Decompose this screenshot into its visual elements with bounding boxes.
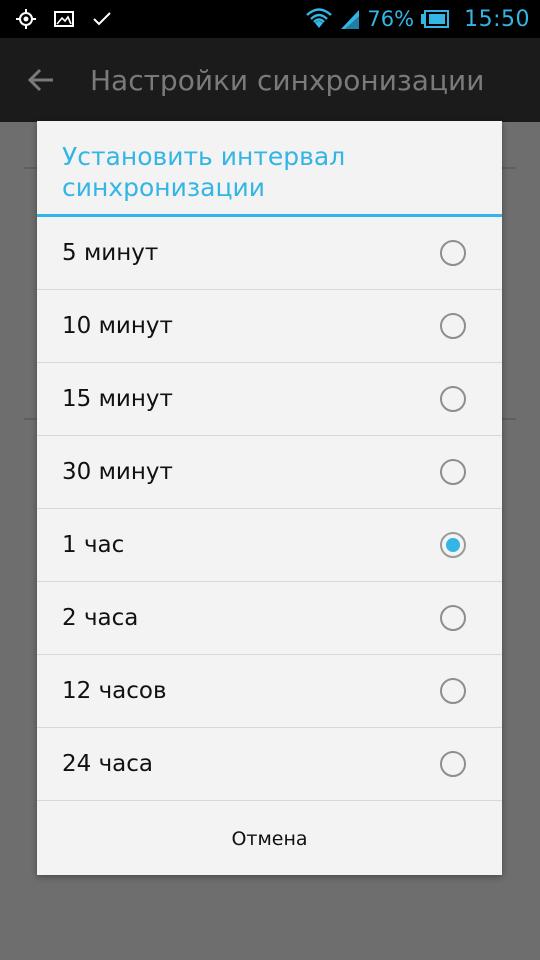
radio-checked[interactable] <box>440 532 466 558</box>
dialog-title: Установить интервал синхронизации <box>37 121 502 217</box>
option-label: 1 час <box>62 532 125 558</box>
signal-icon <box>339 8 361 30</box>
option-label: 12 часов <box>62 678 167 704</box>
dialog-footer: Отмена <box>37 803 502 875</box>
option-row[interactable]: 24 часа <box>37 728 502 801</box>
cancel-button[interactable]: Отмена <box>201 818 337 860</box>
option-row[interactable]: 12 часов <box>37 655 502 728</box>
radio-unchecked[interactable] <box>440 240 466 266</box>
option-label: 5 минут <box>62 240 159 266</box>
option-label: 30 минут <box>62 459 173 485</box>
page-title: Настройки синхронизации <box>90 63 485 97</box>
radio-unchecked[interactable] <box>440 459 466 485</box>
radio-unchecked[interactable] <box>440 605 466 631</box>
option-row[interactable]: 1 час <box>37 509 502 582</box>
option-label: 24 часа <box>62 751 154 777</box>
option-row[interactable]: 30 минут <box>37 436 502 509</box>
radio-unchecked[interactable] <box>440 678 466 704</box>
clock: 15:50 <box>464 6 530 32</box>
battery-icon <box>420 10 450 28</box>
option-row[interactable]: 2 часа <box>37 582 502 655</box>
wifi-icon <box>305 8 333 30</box>
location-icon <box>14 7 38 31</box>
image-icon <box>52 7 76 31</box>
action-bar: Настройки синхронизации <box>0 38 540 122</box>
option-row[interactable]: 15 минут <box>37 363 502 436</box>
radio-unchecked[interactable] <box>440 751 466 777</box>
radio-unchecked[interactable] <box>440 386 466 412</box>
status-bar: 76% 15:50 <box>0 0 540 38</box>
arrow-left-icon[interactable] <box>26 62 62 98</box>
options-list: 5 минут 10 минут 15 минут 30 минут 1 час 2 ча… <box>37 217 502 801</box>
option-label: 15 минут <box>62 386 173 412</box>
screen: 76% 15:50 Настройки синхронизации Устано… <box>0 0 540 960</box>
option-label: 10 минут <box>62 313 173 339</box>
check-icon <box>90 7 114 31</box>
sync-interval-dialog: Установить интервал синхронизации 5 мину… <box>37 121 502 875</box>
battery-percent: 76% <box>367 7 415 31</box>
option-label: 2 часа <box>62 605 139 631</box>
option-row[interactable]: 10 минут <box>37 290 502 363</box>
radio-unchecked[interactable] <box>440 313 466 339</box>
option-row[interactable]: 5 минут <box>37 217 502 290</box>
